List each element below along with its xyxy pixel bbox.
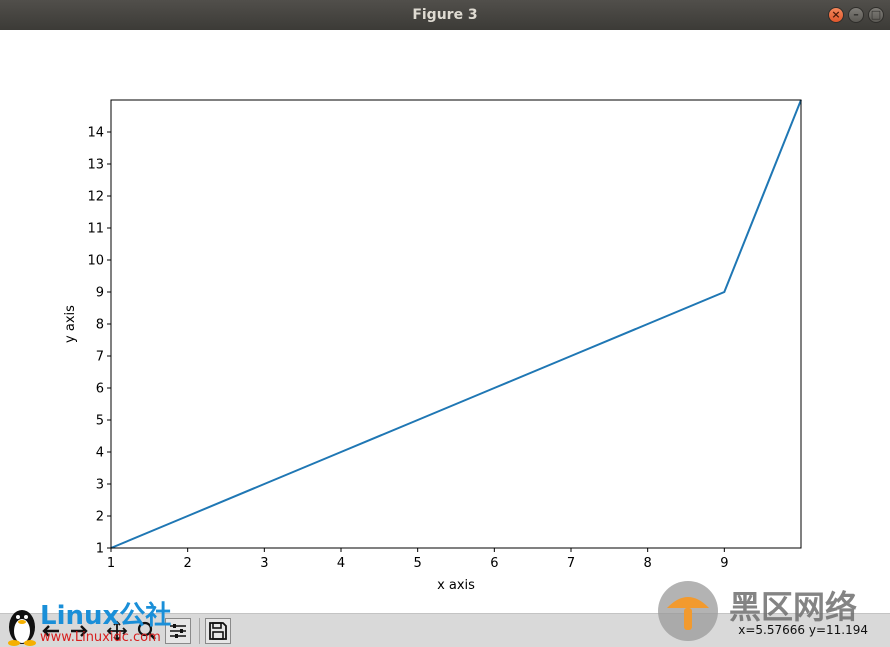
y-tick-label: 7 (96, 350, 104, 365)
y-tick-label: 5 (96, 414, 104, 429)
x-tick-label: 8 (644, 556, 652, 571)
y-tick-label: 6 (96, 382, 104, 397)
y-tick-label: 4 (96, 446, 104, 461)
home-icon (12, 622, 30, 639)
window-titlebar: Figure 3 × – □ (0, 0, 890, 30)
pan-button[interactable] (104, 618, 130, 644)
back-button[interactable] (38, 618, 64, 644)
back-arrow-icon (42, 625, 59, 637)
close-icon: × (831, 8, 841, 21)
x-tick-label: 2 (184, 556, 192, 571)
x-tick-label: 7 (567, 556, 575, 571)
y-tick-label: 10 (87, 254, 104, 269)
minimize-window-button[interactable]: – (848, 7, 864, 23)
y-tick-label: 13 (87, 158, 104, 173)
plot-frame (110, 99, 802, 549)
figure-canvas[interactable]: 123456789 1 2 3 4 5 6 7 8 9 10 11 12 13 14 x axis y a… (0, 30, 890, 613)
zoom-magnifier-icon (137, 621, 156, 640)
close-window-button[interactable]: × (828, 7, 844, 23)
cursor-coordinates: x=5.57666 y=11.194 (738, 623, 868, 637)
save-button[interactable] (205, 618, 231, 644)
configure-subplots-icon (170, 624, 186, 638)
x-ticks: 1 2 3 4 5 6 7 8 9 (107, 548, 728, 571)
series-line (110, 99, 802, 549)
y-tick-label: 9 (96, 286, 104, 301)
minimize-icon: – (853, 8, 859, 21)
line-chart: 123456789 1234567891011121314 x axis y a… (63, 99, 802, 593)
y-ticks: 1234567891011121314 (87, 126, 111, 557)
forward-arrow-icon (71, 625, 88, 637)
toolbar-separator (199, 618, 200, 644)
y-tick-label: 12 (87, 190, 104, 205)
y-tick-label: 2 (96, 510, 104, 525)
x-axis-label: x axis (437, 578, 475, 593)
y-tick-label: 11 (87, 222, 104, 237)
maximize-window-button[interactable]: □ (868, 7, 884, 23)
zoom-button[interactable] (134, 618, 160, 644)
x-tick-label: 9 (720, 556, 728, 571)
y-tick-label: 14 (87, 126, 104, 141)
x-tick-label: 3 (260, 556, 268, 571)
maximize-icon: □ (870, 8, 882, 21)
x-tick-label: 6 (490, 556, 498, 571)
y-tick-label: 3 (96, 478, 104, 493)
configure-subplots-button[interactable] (165, 618, 191, 644)
y-axis-label: y axis (63, 305, 78, 343)
pan-move-icon (106, 620, 128, 642)
y-tick-label: 8 (96, 318, 104, 333)
save-floppy-icon (209, 622, 227, 640)
x-tick-label: 4 (337, 556, 345, 571)
y-tick-label: 1 (96, 542, 104, 557)
home-button[interactable] (8, 618, 34, 644)
window-title: Figure 3 (412, 7, 478, 23)
x-tick-label: 5 (414, 556, 422, 571)
navigation-toolbar: x=5.57666 y=11.194 (0, 613, 890, 647)
forward-button[interactable] (66, 618, 92, 644)
x-tick-label: 1 (107, 556, 115, 571)
